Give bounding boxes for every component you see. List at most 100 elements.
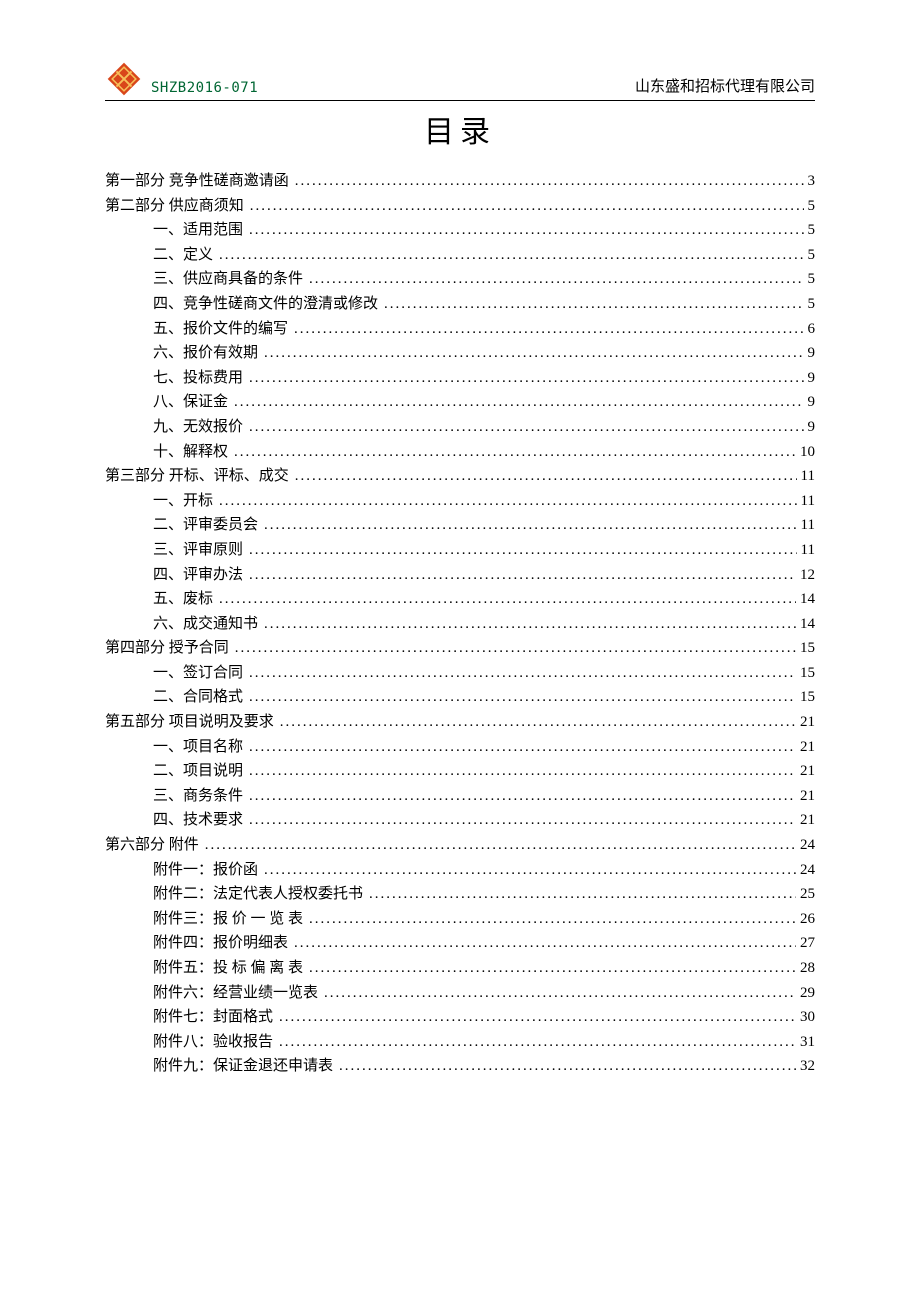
toc-entry-label: 二、定义 [153,243,213,268]
toc-entry-page: 14 [796,587,815,612]
toc-entry[interactable]: 四、技术要求 21 [105,808,815,833]
toc-entry-label: 五、废标 [153,587,213,612]
toc-leader-dots [249,759,796,784]
toc-entry[interactable]: 附件一：报价函 24 [105,858,815,883]
toc-entry-label: 第一部分 竞争性磋商邀请函 [105,169,289,194]
toc-leader-dots [235,636,796,661]
toc-entry-label: 八、保证金 [153,390,228,415]
toc-entry[interactable]: 第四部分 授予合同 15 [105,636,815,661]
toc-entry[interactable]: 一、项目名称 21 [105,735,815,760]
company-name: 山东盛和招标代理有限公司 [635,75,815,98]
toc-entry[interactable]: 八、保证金 9 [105,390,815,415]
toc-entry[interactable]: 附件九：保证金退还申请表 32 [105,1054,815,1079]
toc-entry-page: 28 [796,956,815,981]
toc-entry[interactable]: 九、无效报价 9 [105,415,815,440]
toc-entry-page: 9 [804,341,816,366]
toc-entry[interactable]: 附件五：投 标 偏 离 表 28 [105,956,815,981]
toc-entry[interactable]: 四、评审办法 12 [105,563,815,588]
toc-entry-label: 三、商务条件 [153,784,243,809]
toc-entry-page: 21 [796,784,815,809]
toc-entry-label: 一、适用范围 [153,218,243,243]
toc-entry[interactable]: 十、解释权 10 [105,440,815,465]
toc-entry-page: 5 [804,194,816,219]
toc-entry[interactable]: 二、评审委员会 11 [105,513,815,538]
toc-entry-label: 二、评审委员会 [153,513,258,538]
toc-entry-page: 21 [796,808,815,833]
toc-leader-dots [309,267,803,292]
toc-entry[interactable]: 六、成交通知书 14 [105,612,815,637]
toc-entry-label: 第三部分 开标、评标、成交 [105,464,289,489]
toc-entry[interactable]: 第六部分 附件 24 [105,833,815,858]
toc-entry[interactable]: 四、竞争性磋商文件的澄清或修改 5 [105,292,815,317]
toc-leader-dots [294,931,796,956]
toc-entry-page: 12 [796,563,815,588]
page-title: 目录 [105,107,815,151]
toc-entry-label: 第六部分 附件 [105,833,199,858]
toc-entry-label: 四、竞争性磋商文件的澄清或修改 [153,292,378,317]
toc-leader-dots [249,685,796,710]
toc-entry[interactable]: 七、投标费用 9 [105,366,815,391]
toc-entry-page: 9 [804,415,816,440]
toc-entry[interactable]: 附件二：法定代表人授权委托书 25 [105,882,815,907]
toc-entry[interactable]: 三、评审原则 11 [105,538,815,563]
toc-entry[interactable]: 附件三：报 价 一 览 表 26 [105,907,815,932]
toc-entry-label: 第四部分 授予合同 [105,636,229,661]
toc-entry-page: 11 [797,513,815,538]
toc-entry-page: 21 [796,735,815,760]
toc-entry[interactable]: 二、合同格式 15 [105,685,815,710]
toc-entry[interactable]: 三、供应商具备的条件 5 [105,267,815,292]
toc-leader-dots [249,415,803,440]
toc-leader-dots [294,317,803,342]
toc-leader-dots [295,169,804,194]
toc-entry-label: 附件四：报价明细表 [153,931,288,956]
toc-entry[interactable]: 一、签订合同 15 [105,661,815,686]
toc-entry[interactable]: 第五部分 项目说明及要求 21 [105,710,815,735]
toc-entry-page: 25 [796,882,815,907]
page-header: SHZB2016-071 山东盛和招标代理有限公司 [105,60,815,101]
toc-entry[interactable]: 附件四：报价明细表 27 [105,931,815,956]
toc-entry[interactable]: 附件七：封面格式 30 [105,1005,815,1030]
toc-leader-dots [234,390,803,415]
toc-entry-label: 一、签订合同 [153,661,243,686]
toc-entry-page: 5 [804,292,816,317]
toc-entry[interactable]: 附件八：验收报告 31 [105,1030,815,1055]
toc-entry-page: 11 [797,489,815,514]
toc-entry[interactable]: 五、报价文件的编写 6 [105,317,815,342]
toc-entry-label: 附件二：法定代表人授权委托书 [153,882,363,907]
toc-entry-label: 三、供应商具备的条件 [153,267,303,292]
toc-entry[interactable]: 第二部分 供应商须知 5 [105,194,815,219]
toc-entry[interactable]: 二、项目说明 21 [105,759,815,784]
toc-leader-dots [219,587,796,612]
toc-leader-dots [249,563,796,588]
toc-entry-page: 26 [796,907,815,932]
toc-entry-label: 二、合同格式 [153,685,243,710]
toc-entry[interactable]: 一、开标 11 [105,489,815,514]
toc-entry[interactable]: 六、报价有效期 9 [105,341,815,366]
toc-entry[interactable]: 一、适用范围 5 [105,218,815,243]
toc-leader-dots [309,907,796,932]
toc-leader-dots [234,440,796,465]
toc-entry-page: 32 [796,1054,815,1079]
toc-leader-dots [279,1030,796,1055]
toc-entry-page: 21 [796,759,815,784]
toc-entry-label: 附件八：验收报告 [153,1030,273,1055]
toc-entry-page: 24 [796,833,815,858]
toc-entry-label: 附件三：报 价 一 览 表 [153,907,303,932]
toc-entry[interactable]: 第一部分 竞争性磋商邀请函 3 [105,169,815,194]
toc-entry[interactable]: 第三部分 开标、评标、成交 11 [105,464,815,489]
toc-leader-dots [250,194,804,219]
toc-entry-page: 14 [796,612,815,637]
toc-entry[interactable]: 附件六：经营业绩一览表 29 [105,981,815,1006]
toc-entry-page: 5 [804,267,816,292]
toc-entry-page: 9 [804,366,816,391]
toc-entry-label: 附件一：报价函 [153,858,258,883]
toc-entry-label: 附件六：经营业绩一览表 [153,981,318,1006]
toc-entry[interactable]: 三、商务条件 21 [105,784,815,809]
toc-entry[interactable]: 二、定义 5 [105,243,815,268]
toc-entry-page: 5 [804,218,816,243]
toc-entry-page: 10 [796,440,815,465]
toc-leader-dots [219,243,803,268]
toc-entry-label: 附件七：封面格式 [153,1005,273,1030]
toc-entry[interactable]: 五、废标 14 [105,587,815,612]
toc-leader-dots [264,513,797,538]
